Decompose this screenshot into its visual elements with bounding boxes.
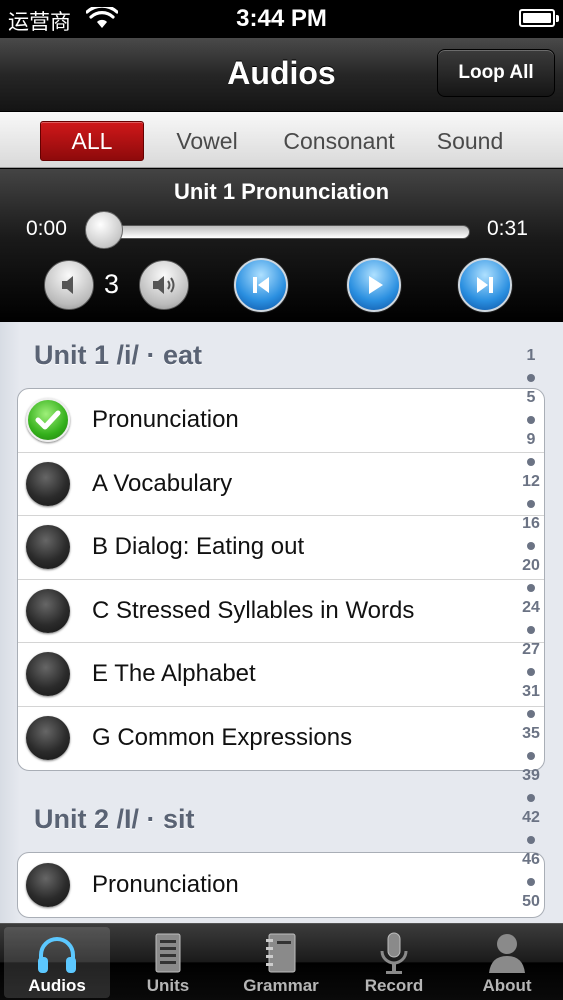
index-dot bbox=[527, 458, 535, 466]
section-header-unit-1: Unit 1 /i/ · eat bbox=[34, 340, 203, 370]
index-number[interactable]: 27 bbox=[511, 641, 551, 659]
list-item[interactable]: A Vocabulary bbox=[18, 453, 544, 516]
progress-slider-thumb[interactable] bbox=[85, 211, 123, 249]
audio-list[interactable]: Unit 1 /i/ · eat Pronunciation A Vocabul… bbox=[0, 322, 563, 923]
list-item[interactable]: G Common Expressions bbox=[18, 707, 544, 771]
elapsed-time: 0:00 bbox=[26, 217, 67, 240]
list-item-label: A Vocabulary bbox=[92, 469, 233, 497]
play-icon bbox=[369, 276, 383, 294]
tab-label: Audios bbox=[28, 976, 86, 995]
list-item-label: G Common Expressions bbox=[92, 724, 353, 752]
index-dot bbox=[527, 374, 535, 382]
index-number[interactable]: 9 bbox=[511, 431, 551, 449]
unplayed-dot-icon bbox=[26, 862, 70, 907]
index-dot bbox=[527, 584, 535, 592]
index-dot bbox=[527, 500, 535, 508]
index-number[interactable]: 42 bbox=[511, 809, 551, 827]
list-item-label: C Stressed Syllables in Words bbox=[92, 596, 415, 624]
document-icon bbox=[155, 933, 181, 973]
tab-bar: Audios Units Grammar Record About bbox=[0, 923, 563, 1000]
person-icon bbox=[489, 934, 525, 973]
index-dot bbox=[527, 626, 535, 634]
progress-slider[interactable] bbox=[96, 225, 470, 239]
filter-tab-all[interactable]: ALL bbox=[40, 121, 144, 161]
loop-all-button[interactable]: Loop All bbox=[437, 49, 555, 97]
unplayed-dot-icon bbox=[26, 461, 70, 506]
list-item[interactable]: E The Alphabet bbox=[18, 643, 544, 707]
filter-bar: ALL Vowel Consonant Sound bbox=[0, 112, 563, 168]
list-item-label: B Dialog: Eating out bbox=[92, 533, 305, 561]
tab-label: Grammar bbox=[243, 976, 319, 995]
tab-label: About bbox=[482, 976, 532, 995]
tab-grammar[interactable]: Grammar bbox=[228, 927, 334, 998]
previous-track-button[interactable] bbox=[234, 258, 288, 312]
speaker-low-icon bbox=[62, 276, 73, 294]
index-number[interactable]: 39 bbox=[511, 767, 551, 785]
section-header-unit-2: Unit 2 /I/ · sit bbox=[34, 804, 195, 834]
speaker-high-icon bbox=[153, 276, 175, 294]
unplayed-dot-icon bbox=[26, 716, 70, 761]
skip-previous-icon bbox=[253, 277, 269, 293]
battery-icon bbox=[519, 9, 559, 27]
tab-label: Units bbox=[146, 976, 190, 995]
index-number[interactable]: 16 bbox=[511, 515, 551, 533]
index-dot bbox=[527, 542, 535, 550]
duration-time: 0:31 bbox=[487, 217, 528, 240]
list-item[interactable]: B Dialog: Eating out bbox=[18, 516, 544, 580]
microphone-icon bbox=[380, 932, 408, 974]
volume-up-button[interactable] bbox=[139, 260, 189, 310]
index-dot bbox=[527, 836, 535, 844]
volume-level: 3 bbox=[104, 269, 120, 299]
unit-2-group: Pronunciation bbox=[17, 852, 545, 918]
tab-record[interactable]: Record bbox=[341, 927, 447, 998]
index-number[interactable]: 12 bbox=[511, 473, 551, 491]
tab-label: Record bbox=[364, 976, 424, 995]
navigation-bar: Audios Loop All bbox=[0, 38, 563, 112]
list-item-label: E The Alphabet bbox=[92, 660, 256, 688]
filter-tab-consonant[interactable]: Consonant bbox=[270, 121, 408, 161]
filter-tab-vowel[interactable]: Vowel bbox=[160, 121, 254, 161]
headphones-icon bbox=[38, 937, 76, 973]
notebook-icon bbox=[266, 933, 296, 973]
tab-audios[interactable]: Audios bbox=[4, 927, 110, 998]
list-item-label: Pronunciation bbox=[92, 406, 239, 434]
unplayed-dot-icon bbox=[26, 525, 70, 570]
index-number[interactable]: 24 bbox=[511, 599, 551, 617]
index-dot bbox=[527, 878, 535, 886]
list-item[interactable]: Pronunciation bbox=[18, 853, 544, 917]
list-item[interactable]: C Stressed Syllables in Words bbox=[18, 580, 544, 643]
index-number[interactable]: 35 bbox=[511, 725, 551, 743]
audio-player: Unit 1 Pronunciation 0:00 0:31 3 bbox=[0, 169, 563, 322]
play-button[interactable] bbox=[347, 258, 401, 312]
index-dot bbox=[527, 668, 535, 676]
tab-about[interactable]: About bbox=[454, 927, 560, 998]
index-number[interactable]: 46 bbox=[511, 851, 551, 869]
index-number[interactable]: 31 bbox=[511, 683, 551, 701]
track-title: Unit 1 Pronunciation bbox=[173, 179, 390, 204]
unplayed-dot-icon bbox=[26, 588, 70, 633]
index-number[interactable]: 1 bbox=[511, 347, 551, 365]
unplayed-dot-icon bbox=[26, 652, 70, 697]
index-number[interactable]: 5 bbox=[511, 389, 551, 407]
list-item-label: Pronunciation bbox=[92, 870, 239, 898]
index-dot bbox=[527, 416, 535, 424]
unit-1-group: Pronunciation A Vocabulary B Dialog: Eat… bbox=[17, 388, 545, 771]
list-item[interactable]: Pronunciation bbox=[18, 389, 544, 453]
index-dot bbox=[527, 752, 535, 760]
index-dot bbox=[527, 710, 535, 718]
next-track-button[interactable] bbox=[458, 258, 512, 312]
clock: 3:44 PM bbox=[236, 5, 327, 32]
volume-down-button[interactable] bbox=[44, 260, 94, 310]
checkmark-icon bbox=[26, 398, 70, 443]
index-number[interactable]: 50 bbox=[511, 893, 551, 911]
filter-tab-sound[interactable]: Sound bbox=[424, 121, 516, 161]
skip-next-icon bbox=[477, 277, 493, 293]
tab-units[interactable]: Units bbox=[115, 927, 221, 998]
status-bar: 运营商 3:44 PM bbox=[0, 0, 563, 38]
index-number[interactable]: 20 bbox=[511, 557, 551, 575]
index-dot bbox=[527, 794, 535, 802]
